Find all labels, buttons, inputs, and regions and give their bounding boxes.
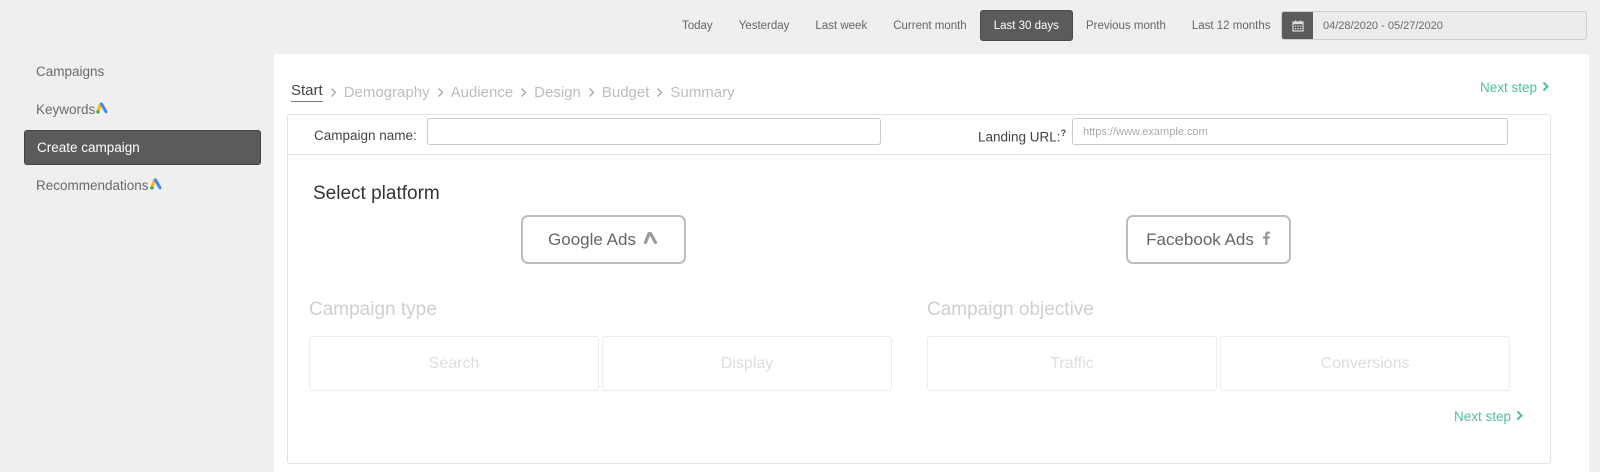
facebook-icon xyxy=(1261,230,1271,250)
google-ads-logo-icon xyxy=(96,102,110,117)
date-range-value[interactable]: 04/28/2020 - 05/27/2020 xyxy=(1313,12,1586,39)
sidebar-item-label: Create campaign xyxy=(37,140,140,155)
range-last-30-days-button[interactable]: Last 30 days xyxy=(979,10,1073,41)
range-yesterday-button[interactable]: Yesterday xyxy=(726,10,803,41)
chevron-right-icon xyxy=(1542,80,1549,95)
step-summary[interactable]: Summary xyxy=(670,84,734,101)
facebook-ads-button[interactable]: Facebook Ads xyxy=(1126,215,1291,264)
range-previous-month-button[interactable]: Previous month xyxy=(1073,10,1179,41)
chevron-right-icon xyxy=(520,87,527,98)
date-range-bar: Today Yesterday Last week Current month … xyxy=(669,10,1283,41)
google-ads-icon xyxy=(643,230,659,250)
step-demography[interactable]: Demography xyxy=(344,84,430,101)
chevron-right-icon xyxy=(437,87,444,98)
facebook-ads-label: Facebook Ads xyxy=(1146,229,1254,249)
select-platform-title: Select platform xyxy=(313,183,440,204)
campaign-name-label: Campaign name: xyxy=(314,128,417,143)
sidebar: Campaigns Keywords Create campaign Recom… xyxy=(24,54,261,206)
step-budget[interactable]: Budget xyxy=(602,84,650,101)
campaign-type-display[interactable]: Display xyxy=(602,336,892,391)
next-step-link-bottom[interactable]: Next step xyxy=(1454,409,1523,424)
next-step-label: Next step xyxy=(1480,80,1538,95)
step-start[interactable]: Start xyxy=(291,82,323,102)
campaign-objective-conversions[interactable]: Conversions xyxy=(1220,336,1510,391)
next-step-link-top[interactable]: Next step xyxy=(1480,80,1549,95)
campaign-type-title: Campaign type xyxy=(309,299,437,320)
calendar-icon[interactable] xyxy=(1282,12,1313,39)
date-picker[interactable]: 04/28/2020 - 05/27/2020 xyxy=(1281,11,1587,40)
landing-url-label: Landing URL:? xyxy=(978,128,1066,145)
sidebar-item-recommendations[interactable]: Recommendations xyxy=(24,168,261,203)
range-last-12-months-button[interactable]: Last 12 months xyxy=(1179,10,1284,41)
chevron-right-icon xyxy=(588,87,595,98)
landing-url-input[interactable] xyxy=(1072,118,1508,145)
campaign-type-options: Search Display xyxy=(309,336,892,391)
google-ads-logo-icon xyxy=(149,178,164,193)
google-ads-button[interactable]: Google Ads xyxy=(521,215,686,264)
chevron-right-icon xyxy=(1516,409,1523,424)
sidebar-item-campaigns[interactable]: Campaigns xyxy=(24,54,261,89)
sidebar-item-label: Campaigns xyxy=(36,64,105,79)
step-audience[interactable]: Audience xyxy=(451,84,514,101)
campaign-type-search[interactable]: Search xyxy=(309,336,599,391)
campaign-objective-title: Campaign objective xyxy=(927,299,1094,320)
create-campaign-panel: Start Demography Audience Design Budget … xyxy=(274,54,1589,472)
chevron-right-icon xyxy=(330,87,337,98)
chevron-right-icon xyxy=(656,87,663,98)
campaign-objective-options: Traffic Conversions xyxy=(927,336,1510,391)
range-current-month-button[interactable]: Current month xyxy=(880,10,980,41)
google-ads-label: Google Ads xyxy=(548,229,636,249)
campaign-form: Campaign name: Landing URL:? Select plat… xyxy=(287,114,1551,464)
range-last-week-button[interactable]: Last week xyxy=(802,10,880,41)
next-step-label: Next step xyxy=(1454,409,1512,424)
help-icon[interactable]: ? xyxy=(1061,128,1067,138)
landing-url-label-text: Landing URL: xyxy=(978,129,1061,145)
sidebar-item-label: Recommendations xyxy=(36,178,149,193)
campaign-name-input[interactable] xyxy=(427,118,881,145)
wizard-breadcrumb: Start Demography Audience Design Budget … xyxy=(291,82,735,102)
sidebar-item-label: Keywords xyxy=(36,102,96,117)
campaign-objective-traffic[interactable]: Traffic xyxy=(927,336,1217,391)
sidebar-item-keywords[interactable]: Keywords xyxy=(24,92,261,127)
sidebar-item-create-campaign[interactable]: Create campaign xyxy=(24,130,261,165)
step-design[interactable]: Design xyxy=(534,84,581,101)
campaign-details-row: Campaign name: Landing URL:? xyxy=(288,115,1550,155)
range-today-button[interactable]: Today xyxy=(669,10,726,41)
